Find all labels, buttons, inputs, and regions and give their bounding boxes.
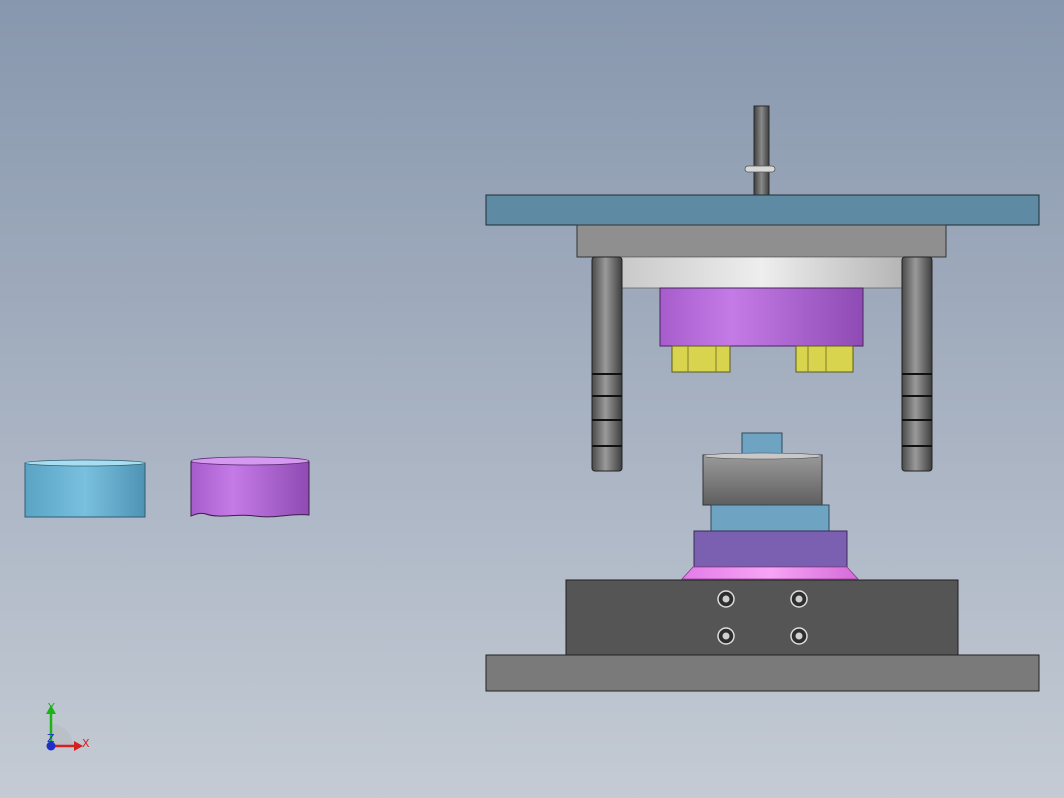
upper-backing-plate[interactable] bbox=[576, 224, 947, 258]
formed-cup-part[interactable] bbox=[190, 456, 310, 518]
guide-pin-left[interactable] bbox=[591, 256, 623, 472]
triad-x-label: X bbox=[82, 737, 90, 750]
shank-rod[interactable] bbox=[744, 105, 776, 197]
socket-head-screw-icon bbox=[790, 627, 808, 645]
triad-y-label: Y bbox=[47, 701, 55, 714]
blank-part[interactable] bbox=[24, 459, 146, 518]
punch-holder-plate[interactable] bbox=[485, 194, 1040, 226]
socket-head-screw-icon bbox=[790, 590, 808, 608]
guide-pin-right[interactable] bbox=[901, 256, 933, 472]
die-assembly[interactable] bbox=[485, 105, 1040, 692]
punch-retainer-ring[interactable] bbox=[619, 256, 905, 289]
stripper-plate[interactable] bbox=[710, 504, 830, 532]
die-ring[interactable] bbox=[702, 452, 823, 506]
reference-triad[interactable]: Y X Z bbox=[46, 701, 90, 751]
punch[interactable] bbox=[659, 287, 864, 347]
socket-head-screw-icon bbox=[717, 627, 735, 645]
base-plate[interactable] bbox=[485, 654, 1040, 692]
cad-graphics-viewport[interactable]: Y X Z bbox=[0, 0, 1064, 798]
die-seat[interactable] bbox=[681, 566, 859, 580]
pad-block-left[interactable] bbox=[671, 345, 731, 373]
triad-z-label: Z bbox=[47, 732, 55, 745]
ejector-pin[interactable] bbox=[741, 432, 783, 456]
pad-block-right[interactable] bbox=[795, 345, 854, 373]
lower-die-block[interactable] bbox=[565, 579, 959, 656]
socket-head-screw-icon bbox=[717, 590, 735, 608]
die-plate[interactable] bbox=[693, 530, 848, 568]
